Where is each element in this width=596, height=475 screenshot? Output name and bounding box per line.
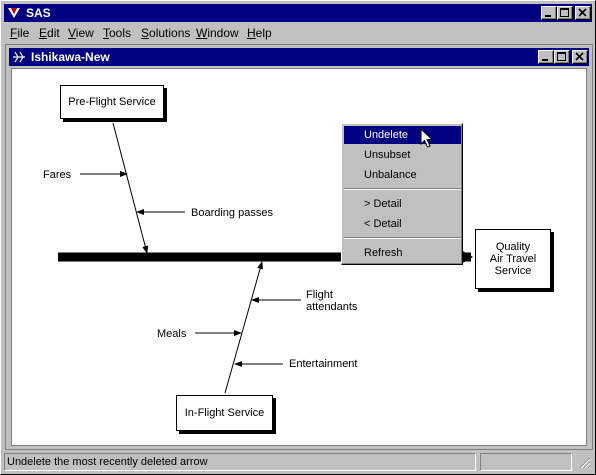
status-pane-empty [480,453,572,471]
minimize-icon [545,15,551,17]
maximize-icon [560,8,569,17]
mouse-pointer-icon [420,128,434,148]
status-message: Undelete the most recently deleted arrow [4,453,476,471]
menu-help[interactable]: Help [247,26,272,40]
menu-solutions[interactable]: Solutions [141,26,190,40]
entertainment-label[interactable]: Entertainment [289,358,357,370]
diagram-icon [12,50,26,64]
inflight-bone [224,261,263,394]
menu-item-undelete[interactable]: Undelete [344,126,461,144]
sas-logo-icon [8,8,20,18]
maximize-button[interactable] [557,6,573,20]
flight-attendants-label[interactable]: Flight attendants [306,289,357,313]
status-bar: Undelete the most recently deleted arrow [4,452,592,472]
preflight-service-box[interactable]: Pre-Flight Service [60,85,164,119]
close-icon [578,8,587,17]
child-titlebar[interactable]: Ishikawa-New [9,48,589,66]
fares-label[interactable]: Fares [43,169,71,181]
menu-separator [344,237,461,239]
preflight-bone [112,122,149,254]
menu-item-unsubset[interactable]: Unsubset [344,146,461,164]
menu-view[interactable]: View [68,26,94,40]
resize-grip-icon[interactable] [578,456,591,469]
app-titlebar[interactable]: SAS [4,4,592,22]
inflight-service-box[interactable]: In-Flight Service [176,395,273,431]
diagram-canvas[interactable]: Pre-Flight Service In-Flight Service Qua… [11,68,587,446]
menu-item-more-detail[interactable]: > Detail [344,195,461,213]
menu-item-unbalance[interactable]: Unbalance [344,166,461,184]
close-icon [575,52,584,61]
meals-label[interactable]: Meals [157,328,186,340]
quality-air-travel-service-box[interactable]: Quality Air Travel Service [475,229,551,289]
child-minimize-button[interactable] [538,50,554,64]
close-button[interactable] [575,6,591,20]
ishikawa-child-window: Ishikawa-New Pre-Flight Service In-Fligh… [5,44,593,450]
minimize-icon [542,59,548,61]
minimize-button[interactable] [541,6,557,20]
menubar: File Edit View Tools Solutions Window He… [4,23,592,43]
menu-item-refresh[interactable]: Refresh [344,244,461,262]
menu-window[interactable]: Window [196,26,239,40]
menu-edit[interactable]: Edit [39,26,60,40]
menu-file[interactable]: File [10,26,29,40]
child-title: Ishikawa-New [31,50,110,64]
menu-item-less-detail[interactable]: < Detail [344,215,461,233]
maximize-icon [557,52,566,61]
child-close-button[interactable] [572,50,588,64]
menu-tools[interactable]: Tools [103,26,131,40]
context-menu: Undelete Unsubset Unbalance > Detail < D… [341,123,463,265]
app-title: SAS [26,6,51,20]
sas-app-window: SAS File Edit View Tools Solutions Windo… [0,0,596,475]
boarding-passes-label[interactable]: Boarding passes [191,207,273,219]
menu-separator [344,188,461,190]
child-maximize-button[interactable] [554,50,570,64]
